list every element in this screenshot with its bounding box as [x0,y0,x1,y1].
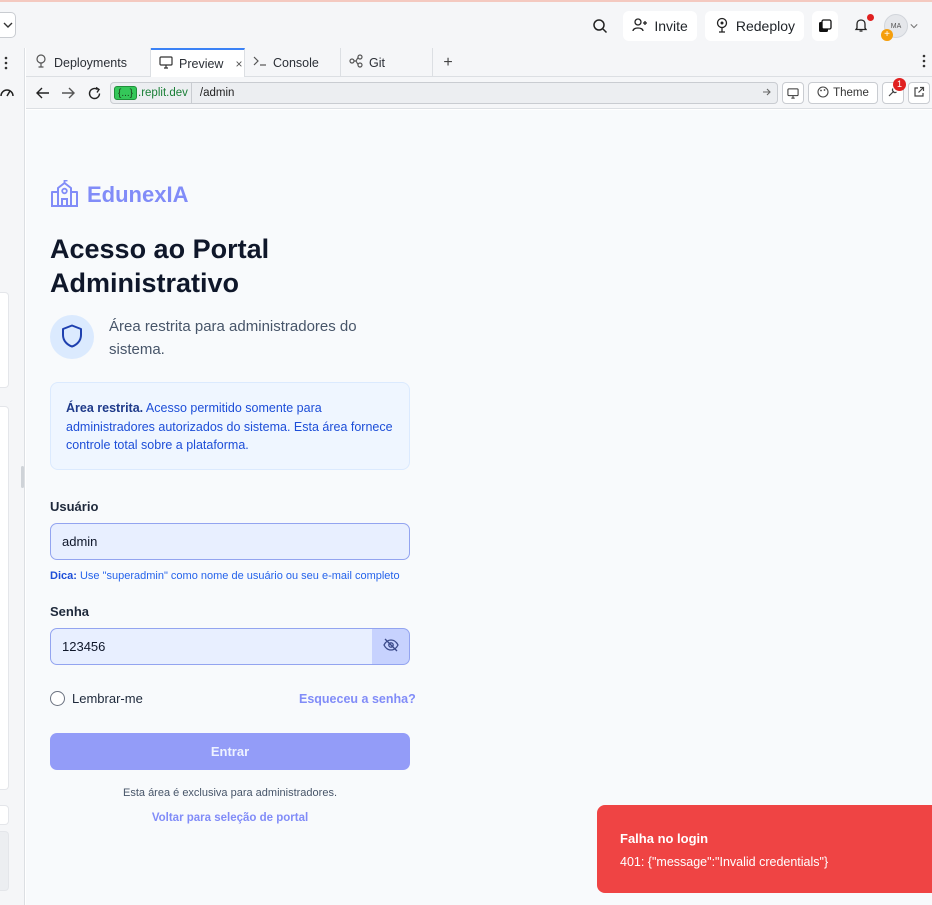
tab-label: Console [273,55,319,70]
error-toast[interactable]: Falha no login 401: {"message":"Invalid … [597,805,932,893]
console-icon [253,55,267,70]
notifications-button[interactable] [846,11,876,41]
chevron-down-icon [910,24,918,29]
back-to-portal-link[interactable]: Voltar para seleção de portal [50,812,410,824]
toast-title: Falha no login [620,831,709,846]
url-host-text: .replit.dev [138,87,188,99]
resize-handle[interactable] [21,466,24,488]
panel-card [0,805,9,825]
invite-label: Invite [654,18,688,34]
preview-url-bar: {...} .replit.dev /admin Theme 1 [26,77,932,109]
git-icon [349,54,363,71]
username-hint: Dica: Use "superadmin" como nome de usuá… [50,570,400,582]
panel-card [0,406,9,790]
account-menu[interactable]: MA + [881,11,924,41]
url-host: {...} .replit.dev [111,83,192,103]
tab-label: Git [369,55,385,70]
remember-me[interactable]: Lembrar-me [50,691,143,706]
hint-text: Use "superadmin" como nome de usuário ou… [76,570,400,582]
avatar: MA + [881,14,908,41]
left-panel [0,48,25,905]
redeploy-button[interactable]: Redeploy [704,11,804,41]
shield-badge [50,315,94,359]
hint-bold: Dica: [50,570,77,582]
url-path[interactable]: /admin [192,87,757,99]
go-arrow-icon[interactable] [757,87,777,100]
exclusive-note: Esta área é exclusiva para administrador… [123,787,337,799]
open-new-tab-button[interactable] [908,82,930,104]
restricted-notice: Área restrita. Acesso permitido somente … [50,382,410,470]
remember-label: Lembrar-me [72,691,143,706]
remember-checkbox[interactable] [50,691,65,706]
replit-badge: {...} [114,86,138,100]
toggle-password-button[interactable] [372,628,410,665]
devtools-button[interactable]: 1 [882,78,906,104]
tab-label: Deployments [54,55,127,70]
avatar-initials: MA [890,22,902,30]
panel-card [0,292,9,388]
login-button[interactable]: Entrar [50,733,410,770]
tab-preview[interactable]: Preview × [151,48,245,78]
add-user-icon [632,17,648,36]
devtools-badge: 1 [893,78,906,91]
chevron-down-icon[interactable] [0,12,16,38]
redeploy-label: Redeploy [735,18,795,34]
search-icon[interactable] [585,11,615,41]
redeploy-icon [714,17,730,36]
brand-name: EdunexIA [87,182,189,207]
shield-icon [61,324,83,351]
forgot-password-link[interactable]: Esqueceu a senha? [299,692,416,706]
panel-card [0,831,9,891]
palette-icon [817,85,829,101]
avatar-plus-badge: + [881,29,893,41]
preview-viewport: EdunexIA Acesso ao Portal Administrativo… [26,110,932,905]
theme-button[interactable]: Theme [808,82,878,104]
layout-toggle-button[interactable] [812,11,838,41]
workspace-topbar: Invite Redeploy MA + [0,0,932,48]
notification-dot [867,14,874,21]
brand-logo: EdunexIA [50,179,189,210]
toast-message: 401: {"message":"Invalid credentials"} [620,855,829,869]
close-icon[interactable]: × [235,57,242,71]
back-arrow-icon[interactable] [34,84,52,102]
device-toggle-button[interactable] [782,82,804,104]
tab-bar: Deployments Preview × Console Git + [26,48,932,78]
password-label: Senha [50,604,90,619]
invite-button[interactable]: Invite [623,11,697,41]
tab-git[interactable]: Git [341,48,433,77]
monitor-icon [159,56,173,72]
forward-arrow-icon[interactable] [59,84,77,102]
notice-bold: Área restrita. [66,401,144,415]
password-field[interactable] [50,628,373,665]
deployments-icon [34,54,48,71]
reload-icon[interactable] [85,84,103,102]
school-icon [50,179,79,210]
theme-label: Theme [833,87,869,99]
page-subtitle: Área restrita para administradores do si… [109,318,357,358]
add-tab-button[interactable]: + [433,48,463,77]
tab-label: Preview [179,57,224,71]
kebab-menu-icon[interactable] [922,54,926,71]
gauge-icon [0,86,14,101]
username-field[interactable] [50,523,410,560]
external-link-icon [913,86,925,101]
tab-console[interactable]: Console [245,48,341,77]
monitor-icon [787,87,799,99]
url-field[interactable]: {...} .replit.dev /admin [110,82,778,104]
page-title: Acesso ao Portal Administrativo [50,234,270,298]
eye-off-icon [382,638,399,655]
tab-deployments[interactable]: Deployments [26,48,151,77]
kebab-menu-icon[interactable] [4,56,8,73]
username-label: Usuário [50,499,99,514]
